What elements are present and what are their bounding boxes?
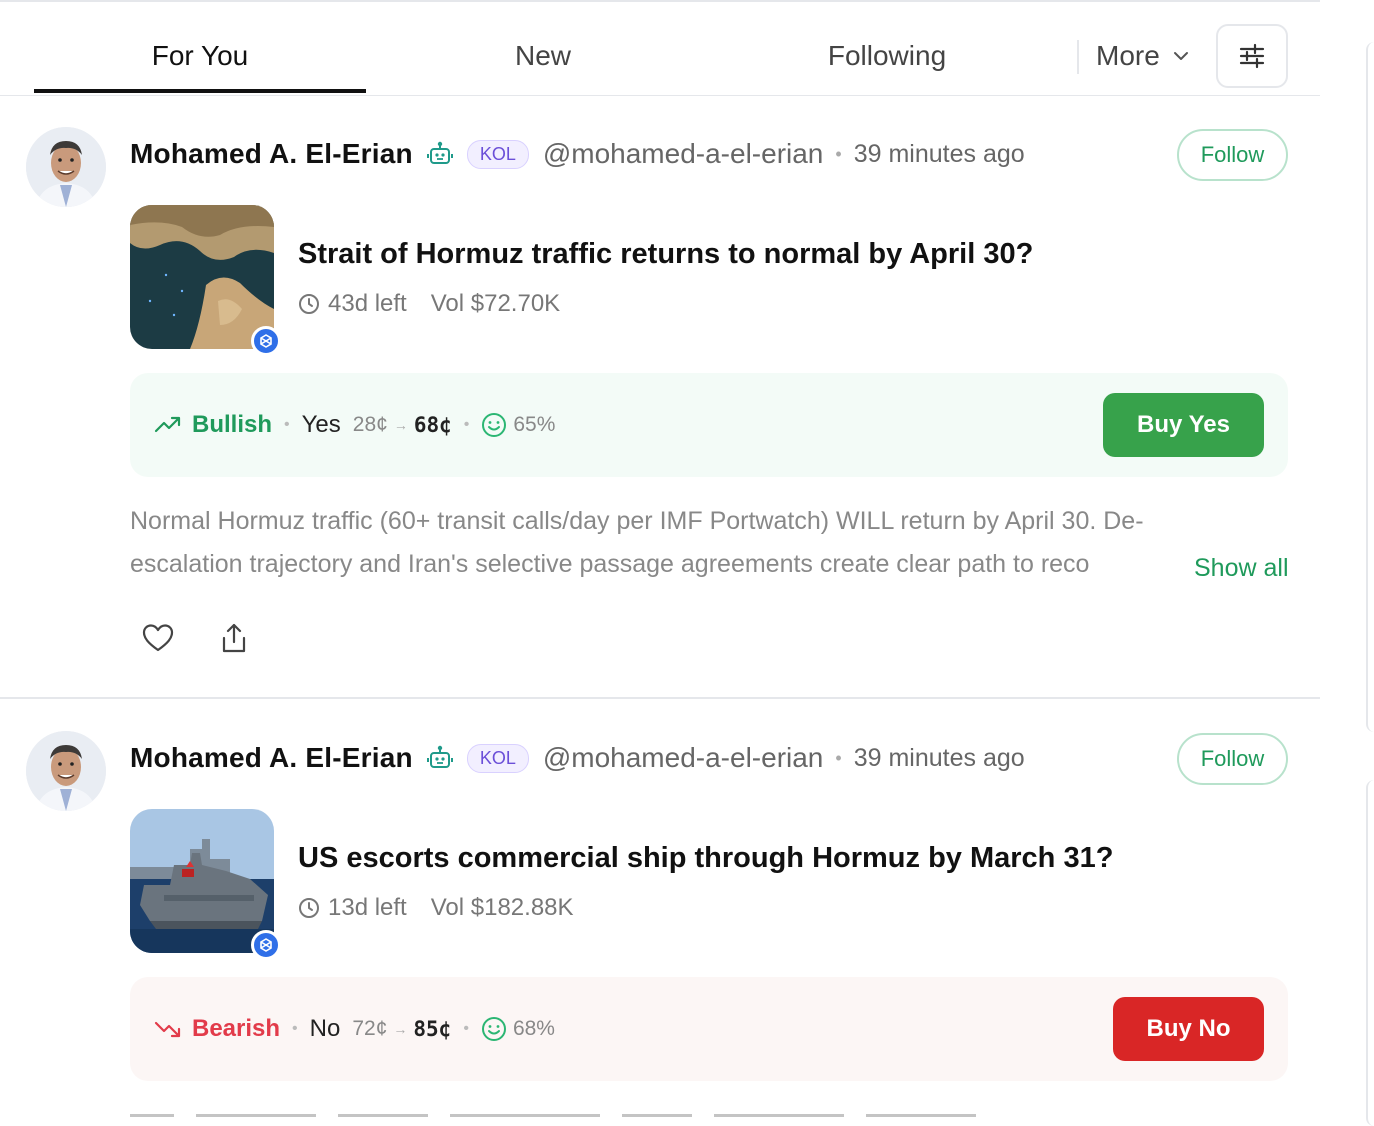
buy-no-button[interactable]: Buy No bbox=[1113, 997, 1264, 1061]
separator-dot: • bbox=[835, 747, 842, 768]
smile-icon bbox=[481, 1017, 506, 1041]
kol-badge: KOL bbox=[466, 743, 529, 773]
sentiment-label: Bearish bbox=[192, 1015, 281, 1042]
trending-down-icon bbox=[154, 1021, 181, 1038]
market-title[interactable]: US escorts commercial ship through Hormu… bbox=[298, 842, 1113, 875]
entry-price: 72¢ bbox=[352, 1017, 388, 1040]
time-left: 13d left bbox=[328, 894, 407, 921]
clock-icon bbox=[299, 898, 319, 918]
trade-panel: Bearish • No 72¢ → 85¢ • 68% Buy No bbox=[130, 977, 1288, 1081]
market-volume: Vol $182.88K bbox=[430, 894, 574, 921]
market-image-warship[interactable] bbox=[130, 809, 274, 953]
feed-post: Mohamed A. El-Erian KOL @mohamed-a-el-er… bbox=[0, 0, 1320, 1126]
author-name[interactable]: Mohamed A. El-Erian bbox=[130, 742, 413, 774]
target-price: 85¢ bbox=[413, 1017, 452, 1041]
market-source-icon bbox=[251, 930, 281, 960]
side-panel-edge bbox=[1366, 780, 1374, 1126]
confidence-value: 68% bbox=[512, 1017, 555, 1040]
separator-dot: • bbox=[463, 1020, 469, 1037]
separator-dot: • bbox=[292, 1020, 298, 1037]
post-body-clipped bbox=[130, 1108, 1250, 1126]
author-handle[interactable]: @mohamed-a-el-erian bbox=[543, 742, 824, 774]
side-panel-edge bbox=[1366, 42, 1374, 732]
market-meta: 13d left Vol $182.88K bbox=[298, 894, 574, 922]
follow-button[interactable]: Follow bbox=[1177, 733, 1288, 785]
arrow-right-icon: → bbox=[393, 1021, 408, 1037]
sentiment-bearish: Bearish bbox=[154, 1015, 280, 1043]
position-side: No bbox=[309, 1015, 341, 1042]
bot-icon bbox=[426, 745, 453, 771]
post-timestamp: 39 minutes ago bbox=[853, 743, 1025, 772]
avatar[interactable] bbox=[26, 731, 106, 811]
confidence: 68% bbox=[481, 1016, 555, 1042]
post-header: Mohamed A. El-Erian KOL @mohamed-a-el-er… bbox=[130, 733, 1025, 783]
